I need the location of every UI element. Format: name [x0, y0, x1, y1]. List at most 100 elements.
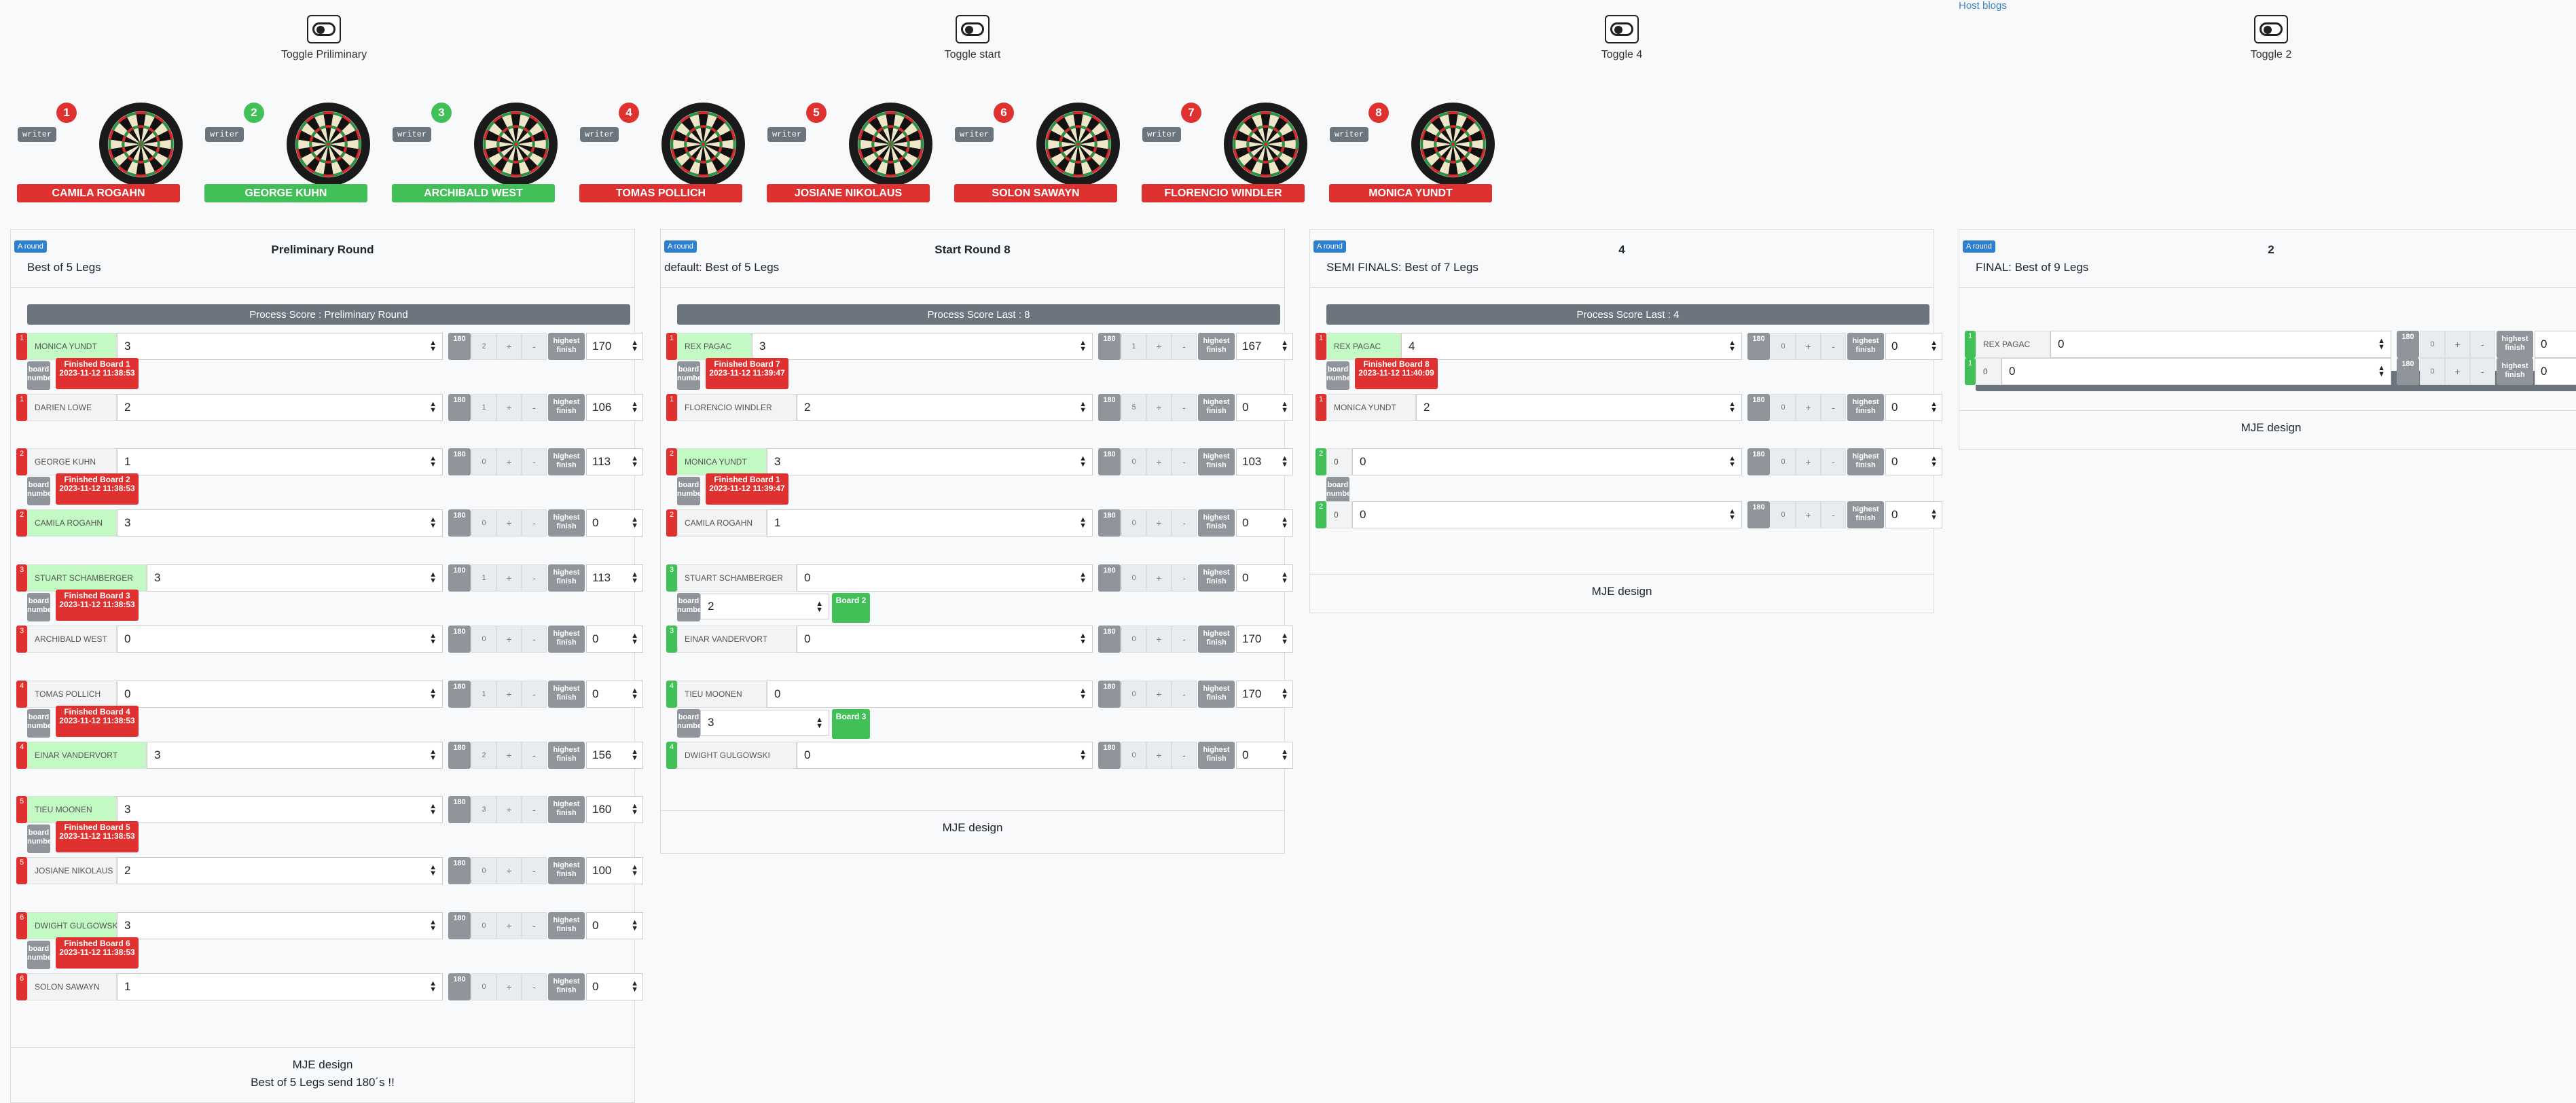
increment-180-button[interactable]: + — [2445, 331, 2470, 358]
legs-score-select[interactable]: 0 ▲ ▼ — [2001, 358, 2391, 385]
host-blogs-link[interactable]: Host blogs — [1959, 0, 2007, 12]
increment-180-button[interactable]: + — [1796, 448, 1821, 475]
decrement-180-button[interactable]: - — [2470, 358, 2495, 385]
writer-badge[interactable]: writer — [18, 127, 57, 142]
highest-finish-select[interactable]: 0▲▼ — [1885, 333, 1942, 360]
decrement-180-button[interactable]: - — [1172, 564, 1197, 592]
legs-score-select[interactable]: 4 ▲ ▼ — [1401, 333, 1742, 360]
highest-finish-select[interactable]: 113 ▲ ▼ — [586, 448, 643, 475]
highest-finish-select[interactable]: 0▲▼ — [1236, 564, 1293, 592]
highest-finish-select[interactable]: 0▲▼ — [1885, 501, 1942, 528]
increment-180-button[interactable]: + — [496, 394, 522, 421]
highest-finish-select[interactable]: 0▲▼ — [1885, 448, 1942, 475]
highest-finish-select[interactable]: 0▲▼ — [586, 509, 643, 537]
legs-score-select[interactable]: 2 ▲ ▼ — [1416, 394, 1742, 421]
increment-180-button[interactable]: + — [1146, 509, 1172, 537]
legs-score-select[interactable]: 0 ▲ ▼ — [797, 564, 1093, 592]
writer-badge[interactable]: writer — [1142, 127, 1182, 142]
increment-180-button[interactable]: + — [496, 448, 522, 475]
highest-finish-select[interactable]: 103 ▲ ▼ — [1236, 448, 1293, 475]
increment-180-button[interactable]: + — [1146, 394, 1172, 421]
board-number-select[interactable]: 3 ▲ ▼ — [700, 710, 829, 736]
highest-finish-select[interactable]: 170 ▲ ▼ — [1236, 681, 1293, 708]
increment-180-button[interactable]: + — [2445, 358, 2470, 385]
increment-180-button[interactable]: + — [1146, 333, 1172, 360]
legs-score-select[interactable]: 1 ▲ ▼ — [767, 509, 1093, 537]
highest-finish-select[interactable]: 0▲▼ — [586, 626, 643, 653]
increment-180-button[interactable]: + — [496, 796, 522, 823]
legs-score-select[interactable]: 0 ▲ ▼ — [1352, 448, 1742, 475]
highest-finish-select[interactable]: 0▲▼ — [586, 973, 643, 1000]
increment-180-button[interactable]: + — [496, 681, 522, 708]
process-score-button[interactable]: Process Score Last : 8 — [677, 304, 1280, 325]
legs-score-select[interactable]: 3 ▲ ▼ — [752, 333, 1093, 360]
highest-finish-select[interactable]: 170 ▲ ▼ — [586, 333, 643, 360]
legs-score-select[interactable]: 3 ▲ ▼ — [117, 796, 443, 823]
decrement-180-button[interactable]: - — [1821, 501, 1846, 528]
decrement-180-button[interactable]: - — [522, 394, 547, 421]
process-score-button[interactable]: Process Score : Preliminary Round — [27, 304, 630, 325]
increment-180-button[interactable]: + — [496, 626, 522, 653]
highest-finish-select[interactable]: 0▲▼ — [1236, 509, 1293, 537]
toggle-switch-icon[interactable] — [307, 15, 341, 43]
increment-180-button[interactable]: + — [496, 912, 522, 939]
decrement-180-button[interactable]: - — [522, 912, 547, 939]
decrement-180-button[interactable]: - — [522, 626, 547, 653]
decrement-180-button[interactable]: - — [522, 509, 547, 537]
toggle-start[interactable]: Toggle start — [905, 15, 1040, 61]
highest-finish-select[interactable]: 0▲▼ — [586, 912, 643, 939]
increment-180-button[interactable]: + — [496, 857, 522, 884]
legs-score-select[interactable]: 3 ▲ ▼ — [117, 912, 443, 939]
highest-finish-select[interactable]: 100 ▲ ▼ — [586, 857, 643, 884]
increment-180-button[interactable]: + — [1146, 742, 1172, 769]
toggle-2[interactable]: Toggle 2 — [2203, 15, 2339, 61]
increment-180-button[interactable]: + — [1146, 564, 1172, 592]
decrement-180-button[interactable]: - — [522, 564, 547, 592]
decrement-180-button[interactable]: - — [1821, 394, 1846, 421]
increment-180-button[interactable]: + — [1796, 501, 1821, 528]
decrement-180-button[interactable]: - — [522, 857, 547, 884]
decrement-180-button[interactable]: - — [1172, 333, 1197, 360]
decrement-180-button[interactable]: - — [2470, 331, 2495, 358]
highest-finish-select[interactable]: 167 ▲ ▼ — [1236, 333, 1293, 360]
writer-badge[interactable]: writer — [393, 127, 432, 142]
process-score-button[interactable]: Process Score Last : 4 — [1326, 304, 1929, 325]
increment-180-button[interactable]: + — [496, 564, 522, 592]
decrement-180-button[interactable]: - — [522, 742, 547, 769]
toggle-switch-icon[interactable] — [1605, 15, 1639, 43]
highest-finish-select[interactable]: 0▲▼ — [2535, 331, 2576, 358]
writer-badge[interactable]: writer — [955, 127, 994, 142]
decrement-180-button[interactable]: - — [522, 681, 547, 708]
legs-score-select[interactable]: 0 ▲ ▼ — [117, 626, 443, 653]
writer-badge[interactable]: writer — [1330, 127, 1369, 142]
toggle-4[interactable]: Toggle 4 — [1554, 15, 1690, 61]
legs-score-select[interactable]: 0 ▲ ▼ — [767, 681, 1093, 708]
legs-score-select[interactable]: 1 ▲ ▼ — [117, 448, 443, 475]
increment-180-button[interactable]: + — [496, 333, 522, 360]
increment-180-button[interactable]: + — [1796, 333, 1821, 360]
legs-score-select[interactable]: 0 ▲ ▼ — [117, 681, 443, 708]
highest-finish-select[interactable]: 0▲▼ — [586, 681, 643, 708]
highest-finish-select[interactable]: 160 ▲ ▼ — [586, 796, 643, 823]
legs-score-select[interactable]: 0 ▲ ▼ — [797, 742, 1093, 769]
legs-score-select[interactable]: 3 ▲ ▼ — [767, 448, 1093, 475]
legs-score-select[interactable]: 3 ▲ ▼ — [117, 333, 443, 360]
highest-finish-select[interactable]: 156 ▲ ▼ — [586, 742, 643, 769]
toggle-switch-icon[interactable] — [2254, 15, 2288, 43]
increment-180-button[interactable]: + — [496, 509, 522, 537]
toggle-preliminary[interactable]: Toggle Priliminary — [256, 15, 392, 61]
highest-finish-select[interactable]: 113 ▲ ▼ — [586, 564, 643, 592]
writer-badge[interactable]: writer — [580, 127, 619, 142]
decrement-180-button[interactable]: - — [1172, 681, 1197, 708]
legs-score-select[interactable]: 2 ▲ ▼ — [797, 394, 1093, 421]
writer-badge[interactable]: writer — [767, 127, 807, 142]
increment-180-button[interactable]: + — [1146, 681, 1172, 708]
decrement-180-button[interactable]: - — [1821, 333, 1846, 360]
highest-finish-select[interactable]: 0▲▼ — [2535, 358, 2576, 385]
highest-finish-select[interactable]: 170 ▲ ▼ — [1236, 626, 1293, 653]
decrement-180-button[interactable]: - — [522, 448, 547, 475]
legs-score-select[interactable]: 3 ▲ ▼ — [147, 742, 443, 769]
decrement-180-button[interactable]: - — [522, 333, 547, 360]
highest-finish-select[interactable]: 0▲▼ — [1236, 742, 1293, 769]
writer-badge[interactable]: writer — [205, 127, 244, 142]
